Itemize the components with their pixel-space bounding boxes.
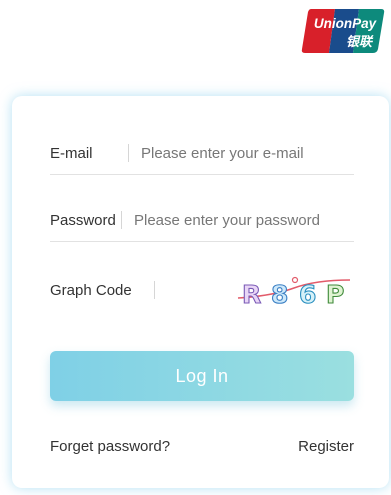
- captcha-char-2: 8: [271, 280, 288, 309]
- password-input[interactable]: [134, 211, 354, 229]
- unionpay-logo-icon: UnionPay 银联: [301, 9, 385, 53]
- graph-code-label: Graph Code: [50, 281, 132, 299]
- captcha-char-1: R: [242, 280, 261, 309]
- captcha-image[interactable]: R 8 6 P: [232, 270, 354, 310]
- login-card: E-mail Password Graph Code R 8 6 P Log I…: [12, 96, 389, 488]
- forget-password-link[interactable]: Forget password?: [50, 438, 170, 455]
- logo-text-cn: 银联: [346, 34, 374, 50]
- logo-text-en: UnionPay: [314, 16, 378, 31]
- graph-code-divider: [154, 281, 155, 299]
- register-link[interactable]: Register: [298, 438, 354, 455]
- bottom-links: Forget password? Register: [50, 438, 354, 455]
- password-divider: [121, 211, 122, 229]
- graph-code-row: Graph Code R 8 6 P: [50, 269, 354, 311]
- login-button[interactable]: Log In: [50, 351, 354, 401]
- password-row: Password: [50, 199, 354, 242]
- password-label: Password: [50, 211, 116, 229]
- email-divider: [128, 144, 129, 162]
- captcha-char-4: P: [326, 280, 344, 309]
- email-input[interactable]: [141, 144, 354, 162]
- graph-code-input[interactable]: [167, 281, 207, 299]
- captcha-char-3: 6: [299, 280, 316, 309]
- email-row: E-mail: [50, 132, 354, 175]
- email-label: E-mail: [50, 144, 93, 162]
